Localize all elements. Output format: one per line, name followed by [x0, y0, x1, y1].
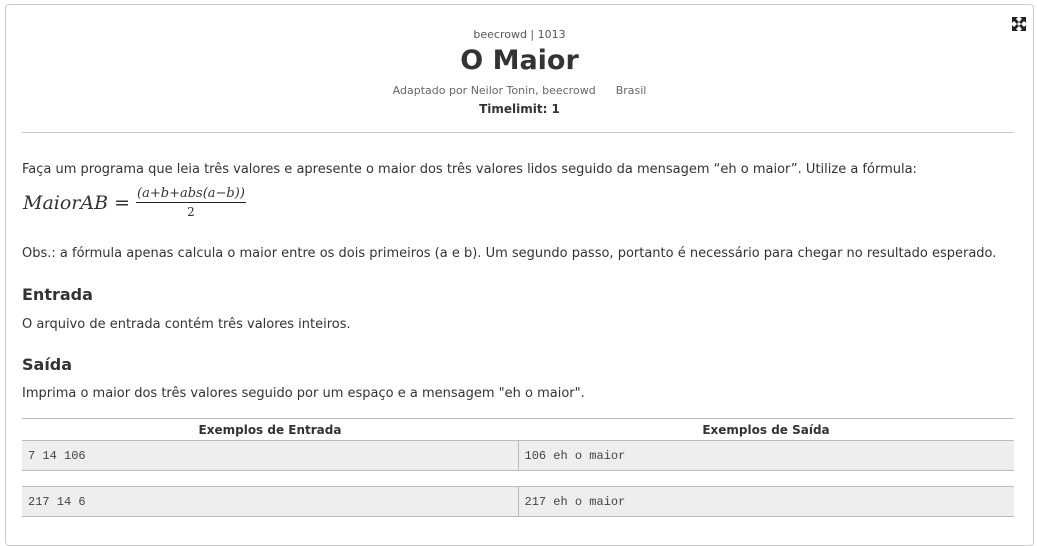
example-input[interactable]: 7 14 106 — [22, 440, 518, 471]
problem-card: beecrowd | 1013 O Maior Adaptado por Nei… — [5, 4, 1034, 546]
formula-numerator: (a+b+abs(a−b)) — [136, 186, 246, 203]
author-name: Adaptado por Neilor Tonin, beecrowd — [392, 84, 596, 97]
example-output[interactable]: 217 eh o maior — [517, 486, 1014, 517]
page-title: O Maior — [460, 45, 579, 76]
timelimit: Timelimit: 1 — [479, 102, 560, 116]
input-heading: Entrada — [22, 285, 93, 304]
examples-input-header: Exemplos de Entrada — [22, 418, 518, 441]
formula: MaiorAB = (a+b+abs(a−b)) 2 — [23, 186, 246, 219]
formula-denominator: 2 — [187, 205, 195, 219]
output-heading: Saída — [22, 355, 73, 374]
problem-source: beecrowd | 1013 — [473, 28, 566, 41]
example-output[interactable]: 106 eh o maior — [517, 440, 1014, 471]
table-row: 7 14 106 106 eh o maior — [22, 440, 1014, 471]
table-row: 217 14 6 217 eh o maior — [22, 486, 1014, 517]
description-obs: Obs.: a fórmula apenas calcula o maior e… — [22, 246, 997, 261]
divider — [22, 132, 1014, 133]
input-text: O arquivo de entrada contém três valores… — [22, 317, 351, 332]
example-input[interactable]: 217 14 6 — [22, 486, 518, 517]
output-text: Imprima o maior dos três valores seguido… — [22, 386, 585, 401]
examples-output-header: Exemplos de Saída — [518, 418, 1014, 441]
examples-table: Exemplos de Entrada Exemplos de Saída 7 1… — [22, 418, 1014, 517]
description-intro: Faça um programa que leia três valores e… — [22, 162, 917, 177]
formula-lhs: MaiorAB = — [23, 191, 131, 214]
country: Brasil — [615, 84, 647, 97]
problem-author: Adaptado por Neilor Tonin, beecrowd Brasi… — [6, 84, 1033, 97]
